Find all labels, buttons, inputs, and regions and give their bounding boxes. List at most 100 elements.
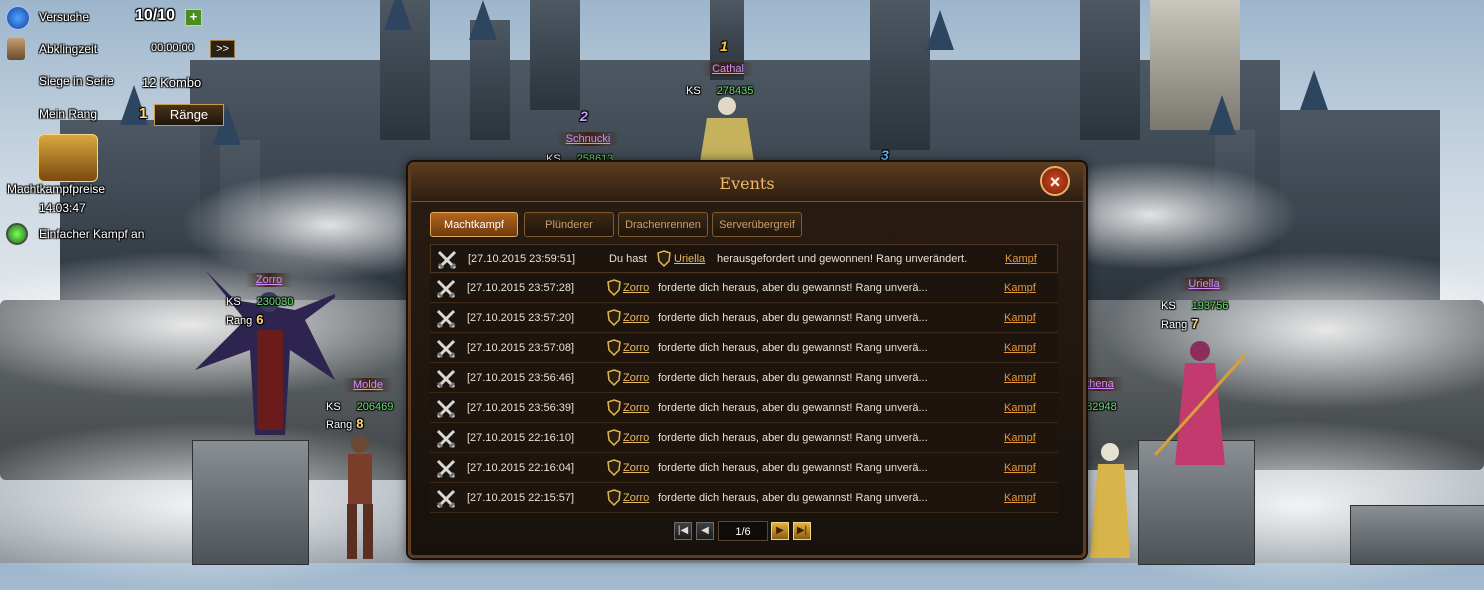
fight-replay-link[interactable]: Kampf	[1004, 402, 1036, 414]
event-row: [27.10.2015 23:57:08] Zorro forderte dic…	[430, 334, 1058, 363]
hero-zorro-figure[interactable]	[195, 260, 345, 440]
versuche-value: 10/10	[135, 7, 176, 24]
ks-uriella: KS 193756	[1161, 300, 1229, 312]
nameplate-uriella[interactable]: Uriella	[1162, 277, 1246, 291]
rang-molde: Rang 8	[326, 416, 364, 431]
player-link[interactable]: Zorro	[623, 462, 649, 474]
rank-marker-1: 1	[720, 38, 728, 54]
first-page-icon[interactable]: |◀	[674, 522, 692, 540]
nameplate-zorro[interactable]: Zorro	[228, 273, 310, 287]
abklingzeit-value: 00:00:00	[151, 42, 194, 54]
tab-machtkampf[interactable]: Machtkampf	[430, 212, 518, 237]
fight-replay-link[interactable]: Kampf	[1004, 492, 1036, 504]
fight-replay-link[interactable]: Kampf	[1004, 282, 1036, 294]
hero-uriella-figure[interactable]	[1145, 335, 1255, 470]
player-name[interactable]: Cathal	[702, 62, 754, 76]
shield-icon	[607, 339, 621, 356]
event-message: forderte dich heraus, aber du gewannst! …	[658, 282, 928, 294]
close-button[interactable]: ×	[1040, 166, 1070, 196]
preise-label: Machtkampfpreise	[7, 182, 106, 196]
event-message: forderte dich heraus, aber du gewannst! …	[658, 492, 928, 504]
player-name[interactable]: Schnucki	[555, 132, 621, 146]
event-list: [27.10.2015 23:59:51] Du hast Uriella he…	[430, 244, 1058, 514]
hero-cathal-figure[interactable]	[692, 96, 762, 162]
rang-value: 1	[139, 105, 148, 122]
crossed-swords-icon	[437, 250, 457, 270]
event-prefix: Du hast	[609, 253, 647, 265]
event-timestamp: [27.10.2015 23:56:39]	[467, 402, 575, 414]
tab-pluenderer[interactable]: Plünderer	[524, 212, 614, 237]
next-page-icon[interactable]: ▶	[771, 522, 789, 540]
shield-icon	[607, 399, 621, 416]
player-link[interactable]: Zorro	[623, 492, 649, 504]
shield-icon	[607, 279, 621, 296]
player-link[interactable]: Zorro	[623, 342, 649, 354]
crossed-swords-icon	[436, 429, 456, 449]
hourglass-icon	[7, 38, 25, 60]
event-message: forderte dich heraus, aber du gewannst! …	[658, 342, 928, 354]
event-timestamp: [27.10.2015 23:57:20]	[467, 312, 575, 324]
tab-drachenrennen[interactable]: Drachenrennen	[618, 212, 708, 237]
sword-emblem-icon	[6, 6, 30, 30]
add-attempts-button[interactable]: +	[185, 9, 202, 26]
last-page-icon[interactable]: ▶|	[793, 522, 811, 540]
shield-icon	[607, 489, 621, 506]
nameplate-schnucki[interactable]: Schnucki	[548, 132, 628, 146]
raenge-button[interactable]: Ränge	[154, 104, 224, 126]
nameplate-cathal[interactable]: Cathal	[686, 62, 770, 76]
event-row: [27.10.2015 23:56:46] Zorro forderte dic…	[430, 364, 1058, 393]
treasure-chest-icon[interactable]	[38, 134, 98, 182]
fight-replay-link[interactable]: Kampf	[1004, 312, 1036, 324]
fight-replay-link[interactable]: Kampf	[1004, 372, 1036, 384]
shield-icon	[657, 250, 671, 267]
shield-icon	[607, 429, 621, 446]
event-timestamp: [27.10.2015 23:57:28]	[467, 282, 575, 294]
player-link[interactable]: Uriella	[674, 253, 705, 265]
event-row: [27.10.2015 23:57:20] Zorro forderte dic…	[430, 304, 1058, 333]
event-timestamp: [27.10.2015 23:56:46]	[467, 372, 575, 384]
fight-replay-link[interactable]: Kampf	[1004, 432, 1036, 444]
fight-replay-link[interactable]: Kampf	[1004, 462, 1036, 474]
crossed-swords-icon	[436, 279, 456, 299]
fight-replay-link[interactable]: Kampf	[1004, 342, 1036, 354]
player-link[interactable]: Zorro	[623, 402, 649, 414]
player-name[interactable]: Uriella	[1178, 277, 1230, 291]
event-message: herausgefordert und gewonnen! Rang unver…	[717, 253, 968, 265]
event-row: [27.10.2015 22:16:04] Zorro forderte dic…	[430, 454, 1058, 483]
dialog-title-bar[interactable]: Events	[411, 165, 1083, 202]
ks-zorro: KS 230030	[226, 296, 294, 308]
crossed-swords-icon	[436, 489, 456, 509]
player-link[interactable]: Zorro	[623, 312, 649, 324]
prev-page-icon[interactable]: ◀	[696, 522, 714, 540]
hero-thena-figure[interactable]	[1080, 440, 1140, 560]
nameplate-molde[interactable]: Molde	[327, 378, 409, 392]
crossed-swords-icon	[436, 369, 456, 389]
green-orb-toggle-icon[interactable]	[6, 223, 28, 245]
skip-cooldown-button[interactable]: >>	[210, 40, 235, 58]
event-timestamp: [27.10.2015 22:15:57]	[467, 492, 575, 504]
crossed-swords-icon	[436, 399, 456, 419]
shield-icon	[607, 459, 621, 476]
player-link[interactable]: Zorro	[623, 372, 649, 384]
player-name[interactable]: Molde	[343, 378, 393, 392]
hero-molde-figure[interactable]	[320, 430, 400, 560]
fight-replay-link[interactable]: Kampf	[1005, 253, 1037, 265]
event-row: [27.10.2015 22:16:10] Zorro forderte dic…	[430, 424, 1058, 453]
rang-uriella: Rang 7	[1161, 316, 1199, 331]
ks-molde: KS 206469	[326, 401, 394, 413]
versuche-label: Versuche	[39, 10, 90, 24]
event-message: forderte dich heraus, aber du gewannst! …	[658, 312, 928, 324]
event-row: [27.10.2015 23:56:39] Zorro forderte dic…	[430, 394, 1058, 423]
player-link[interactable]: Zorro	[623, 282, 649, 294]
shield-icon	[607, 309, 621, 326]
ks-cathal: KS 278435	[686, 85, 754, 97]
tab-serveruebergreif[interactable]: Serverübergreif	[712, 212, 802, 237]
player-name[interactable]: Zorro	[245, 273, 293, 287]
event-timestamp: [27.10.2015 23:59:51]	[468, 253, 576, 265]
rang-label: Mein Rang	[39, 107, 98, 121]
rank-marker-2: 2	[580, 108, 588, 124]
player-link[interactable]: Zorro	[623, 432, 649, 444]
dialog-title: Events	[719, 174, 775, 193]
ks-schnucki: KS 258613	[546, 153, 614, 162]
siege-label: Siege in Serie	[39, 74, 114, 88]
